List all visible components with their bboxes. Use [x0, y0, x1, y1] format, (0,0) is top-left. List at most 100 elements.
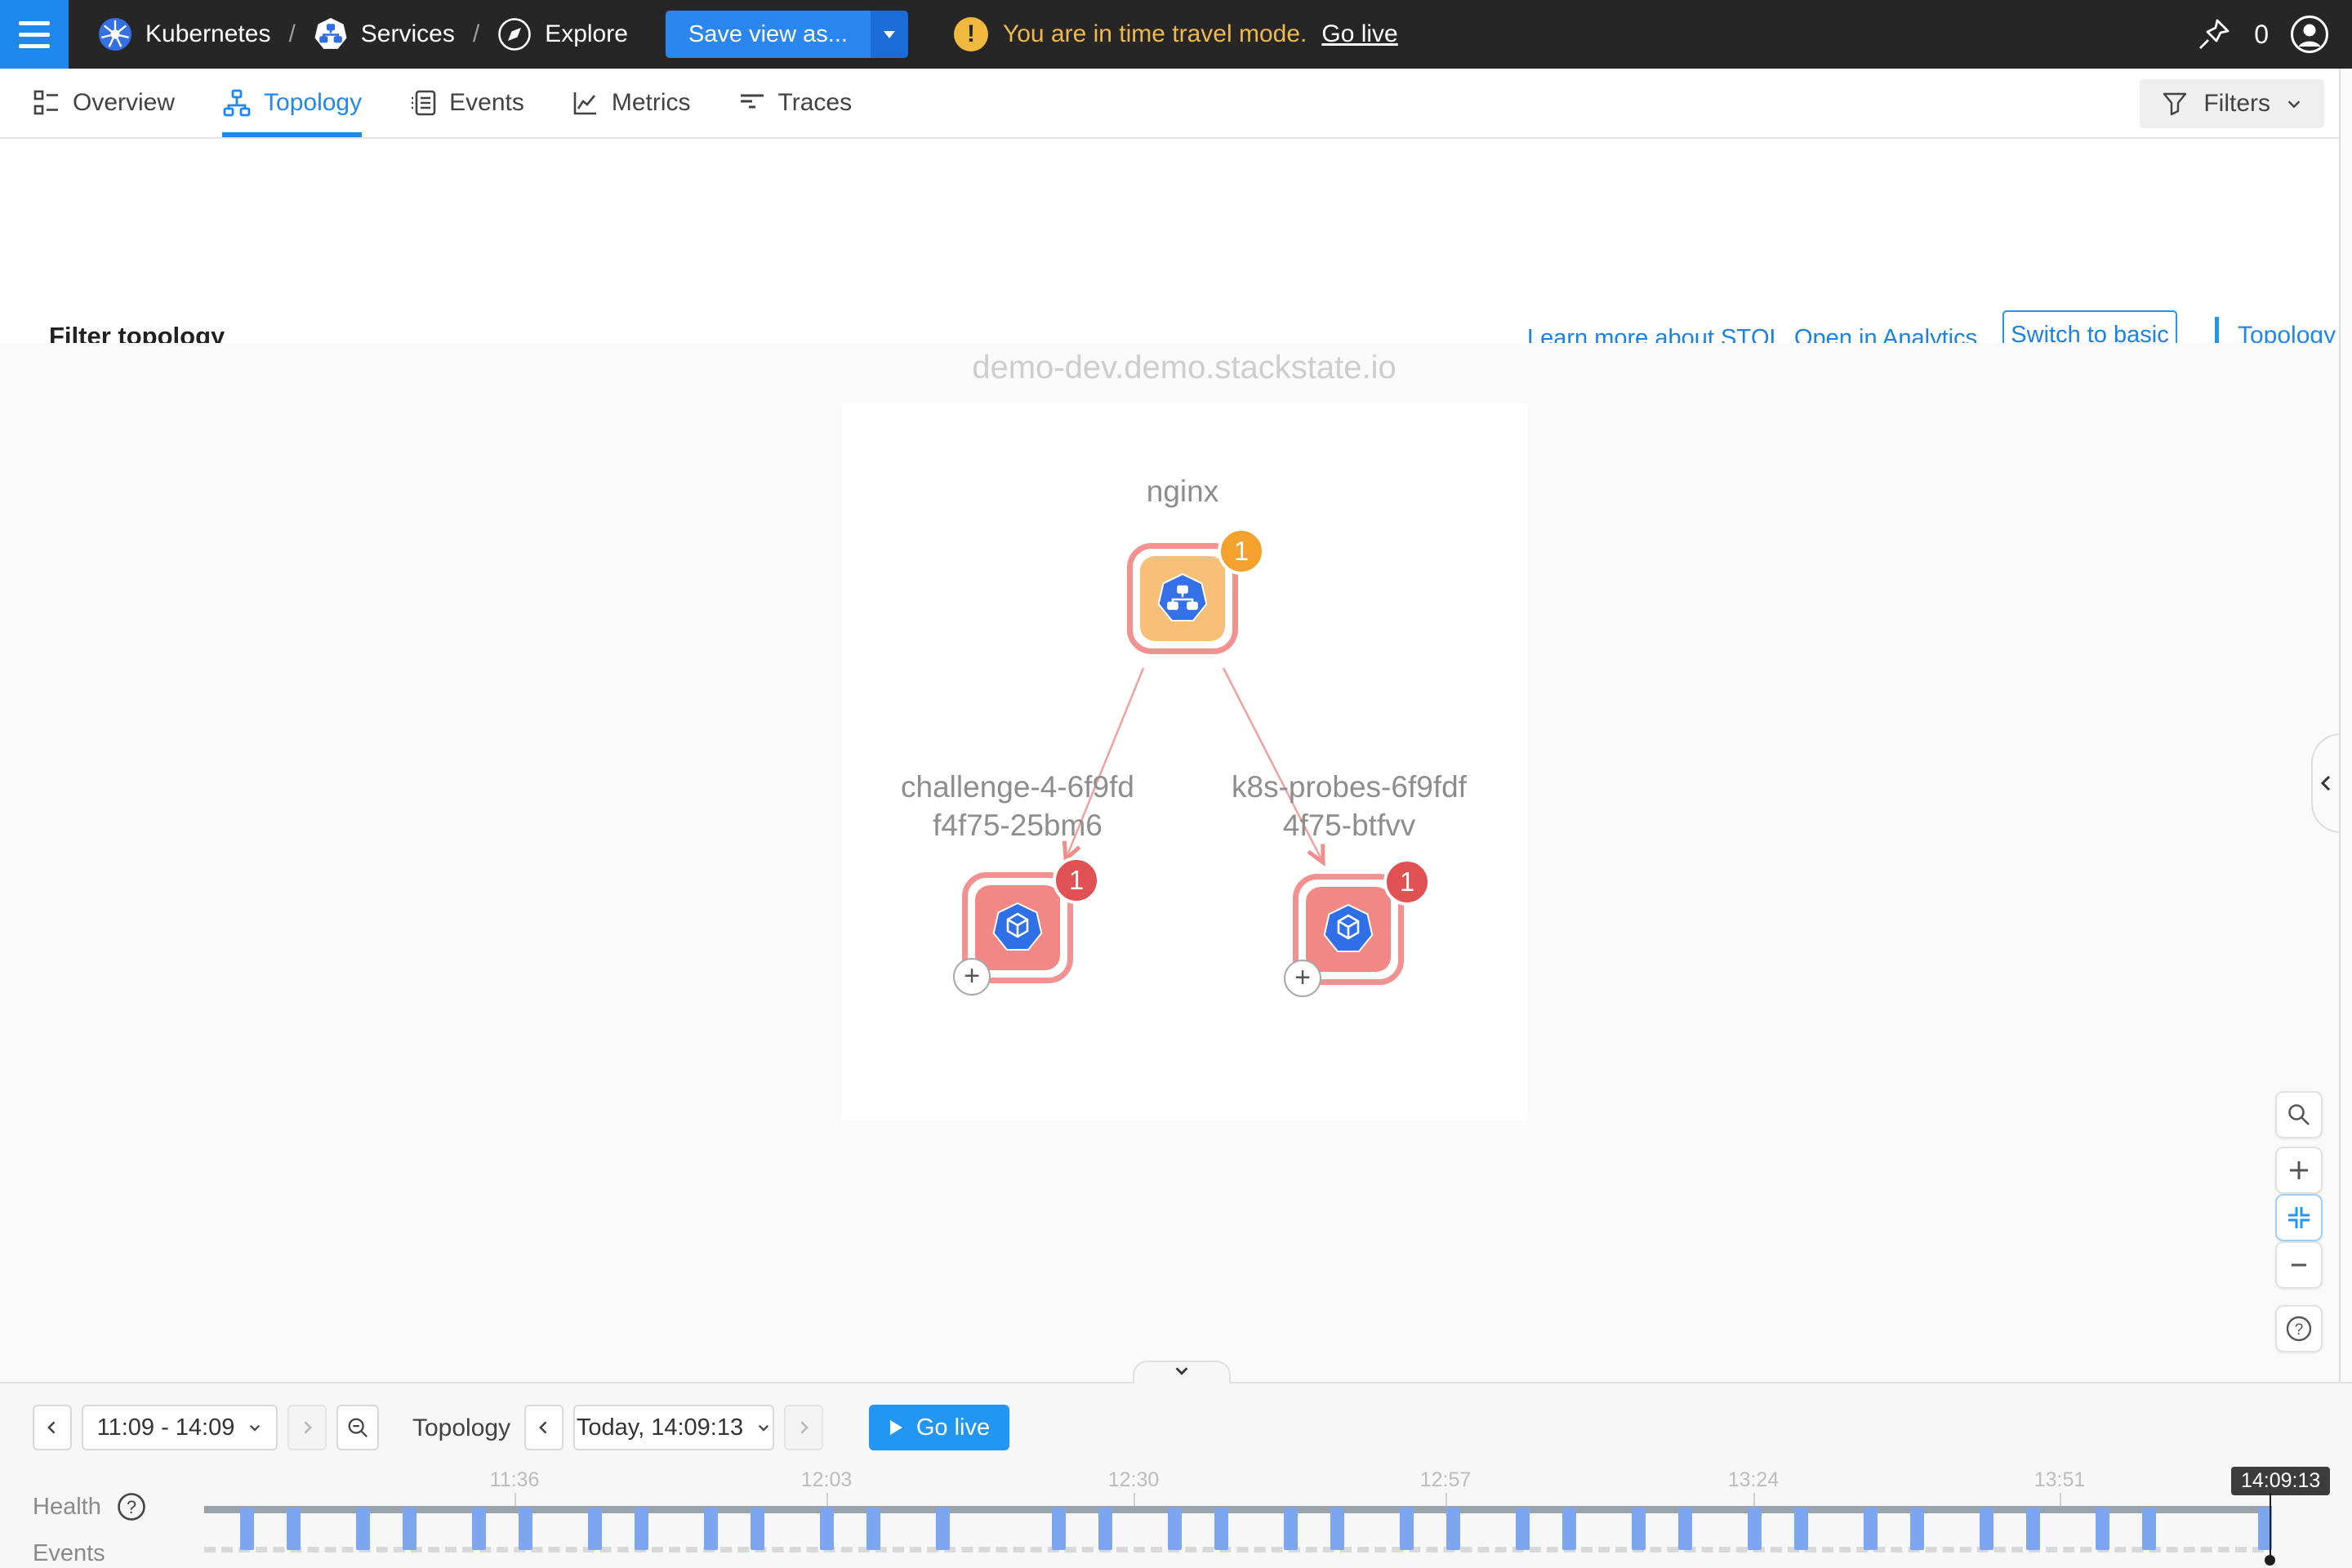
- event-bar[interactable]: [2026, 1508, 2040, 1550]
- node-label-nginx: nginx: [970, 472, 1395, 510]
- timeline-tick-mark: [1446, 1493, 1447, 1506]
- event-bar[interactable]: [820, 1508, 834, 1550]
- event-bar[interactable]: [356, 1508, 370, 1550]
- event-bar[interactable]: [588, 1508, 602, 1550]
- tab-topology[interactable]: Topology: [222, 69, 362, 137]
- tab-events[interactable]: Events: [409, 69, 524, 137]
- chevron-left-icon: [536, 1419, 552, 1436]
- event-bar[interactable]: [1516, 1508, 1530, 1550]
- topology-node-challenge[interactable]: 1 +: [962, 872, 1073, 983]
- event-bar[interactable]: [1330, 1508, 1344, 1550]
- chevron-down-icon: [756, 1420, 771, 1435]
- breadcrumb-explore[interactable]: Explore: [497, 17, 628, 51]
- topology-node-nginx[interactable]: 1: [1127, 543, 1238, 654]
- topology-node-k8s-probes[interactable]: 1 +: [1293, 874, 1404, 985]
- date-forward-button[interactable]: [784, 1405, 823, 1450]
- pin-icon[interactable]: [2195, 16, 2233, 53]
- event-bar[interactable]: [704, 1508, 718, 1550]
- event-bar[interactable]: [936, 1508, 950, 1550]
- timeline-tick-mark: [1134, 1493, 1135, 1506]
- map-fit-to-screen-button[interactable]: [2275, 1194, 2323, 1241]
- timeline-tick-mark: [2060, 1493, 2061, 1506]
- breadcrumb-services[interactable]: Services: [314, 17, 455, 51]
- event-bar[interactable]: [1168, 1508, 1182, 1550]
- play-icon: [889, 1419, 903, 1436]
- go-live-button[interactable]: Go live: [869, 1405, 1009, 1450]
- go-live-link[interactable]: Go live: [1321, 20, 1397, 48]
- event-bar[interactable]: [1910, 1508, 1924, 1550]
- event-bar[interactable]: [1748, 1508, 1762, 1550]
- breadcrumb-label: Services: [361, 20, 455, 48]
- event-bar[interactable]: [519, 1508, 532, 1550]
- range-back-button[interactable]: [33, 1405, 72, 1450]
- timeline-collapse-handle[interactable]: [1133, 1361, 1231, 1383]
- overview-icon: [33, 89, 60, 117]
- search-icon: [2286, 1102, 2312, 1128]
- event-bar[interactable]: [1214, 1508, 1228, 1550]
- timeline-cursor-line[interactable]: [2270, 1493, 2271, 1560]
- map-zoom-out-button[interactable]: [2275, 1241, 2323, 1289]
- breadcrumb-kubernetes[interactable]: Kubernetes: [98, 17, 270, 51]
- event-bar[interactable]: [1794, 1508, 1808, 1550]
- node-expand-button[interactable]: +: [1284, 960, 1321, 997]
- save-view-dropdown-caret[interactable]: [871, 11, 908, 58]
- event-bar[interactable]: [240, 1508, 254, 1550]
- event-bar[interactable]: [1632, 1508, 1646, 1550]
- date-back-button[interactable]: [524, 1405, 564, 1450]
- time-range-dropdown[interactable]: 11:09 - 14:09: [82, 1405, 278, 1450]
- event-bar[interactable]: [1678, 1508, 1692, 1550]
- right-panel-expand-handle[interactable]: [2311, 733, 2341, 833]
- timeline-zoom-out-button[interactable]: [336, 1405, 379, 1450]
- filters-button[interactable]: Filters: [2140, 79, 2324, 128]
- breadcrumb-separator: /: [288, 20, 295, 48]
- event-bar[interactable]: [2142, 1508, 2156, 1550]
- map-help-button[interactable]: ?: [2275, 1305, 2323, 1352]
- node-label-k8s-probes: k8s-probes-6f9fdf 4f75-btfvv: [1137, 768, 1561, 844]
- user-avatar-icon[interactable]: [2290, 15, 2329, 54]
- health-help-icon[interactable]: ?: [116, 1491, 147, 1522]
- node-badge[interactable]: 1: [1053, 857, 1100, 904]
- event-bar[interactable]: [472, 1508, 486, 1550]
- breadcrumb: Kubernetes / Services / Explore: [98, 17, 628, 51]
- timebar-mode-label: Topology: [412, 1414, 510, 1442]
- event-bar[interactable]: [287, 1508, 301, 1550]
- topology-canvas[interactable]: demo-dev.demo.stackstate.io nginx 1: [0, 343, 2339, 1382]
- tab-metrics[interactable]: Metrics: [572, 69, 691, 137]
- timeline-tick-mark: [1753, 1493, 1755, 1506]
- timeline-tick-label: 11:36: [490, 1468, 540, 1492]
- hamburger-menu-button[interactable]: [0, 0, 69, 69]
- event-bar[interactable]: [866, 1508, 880, 1550]
- event-bar[interactable]: [635, 1508, 648, 1550]
- tab-overview[interactable]: Overview: [33, 69, 175, 137]
- event-bar[interactable]: [1864, 1508, 1878, 1550]
- event-bar[interactable]: [751, 1508, 764, 1550]
- help-icon: ?: [2285, 1315, 2313, 1343]
- time-travel-message: You are in time travel mode.: [1003, 20, 1307, 48]
- timeline-cursor-dot[interactable]: [2265, 1555, 2275, 1566]
- minus-icon: [2287, 1253, 2311, 1277]
- event-bar[interactable]: [1446, 1508, 1460, 1550]
- event-bar[interactable]: [1052, 1508, 1066, 1550]
- tab-traces[interactable]: Traces: [738, 69, 853, 137]
- event-bar[interactable]: [403, 1508, 416, 1550]
- map-search-button[interactable]: [2275, 1091, 2323, 1138]
- save-view-as-button[interactable]: Save view as...: [666, 11, 908, 58]
- chevron-down-icon: [247, 1420, 262, 1435]
- node-badge[interactable]: 1: [1218, 528, 1265, 575]
- event-bar[interactable]: [1400, 1508, 1414, 1550]
- event-bar[interactable]: [1284, 1508, 1298, 1550]
- node-expand-button[interactable]: +: [953, 958, 991, 996]
- event-bar[interactable]: [2096, 1508, 2109, 1550]
- node-badge[interactable]: 1: [1383, 858, 1431, 906]
- date-time-dropdown[interactable]: Today, 14:09:13: [573, 1405, 774, 1450]
- health-timeline-bar[interactable]: [204, 1506, 2272, 1513]
- range-forward-button[interactable]: [287, 1405, 327, 1450]
- event-bar[interactable]: [1098, 1508, 1112, 1550]
- event-bar[interactable]: [1980, 1508, 1993, 1550]
- event-bar[interactable]: [1562, 1508, 1576, 1550]
- right-rail: [2339, 69, 2352, 1382]
- chevron-right-icon: [299, 1419, 315, 1436]
- map-zoom-in-button[interactable]: [2275, 1147, 2323, 1194]
- services-icon: [314, 17, 348, 51]
- pod-heptagon-icon: [991, 902, 1044, 954]
